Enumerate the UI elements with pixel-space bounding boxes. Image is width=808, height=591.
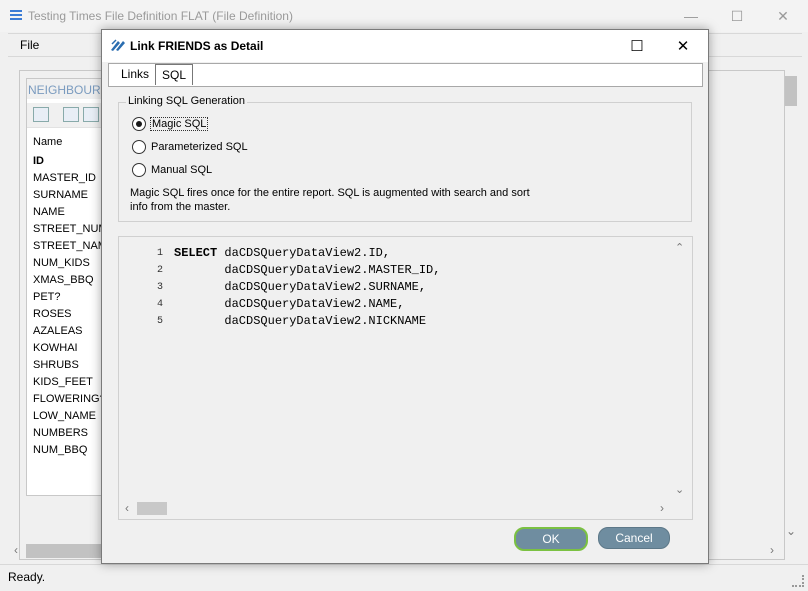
tab-links[interactable]: Links bbox=[115, 64, 157, 84]
app-menu-icon[interactable] bbox=[10, 10, 22, 21]
tab-bar: Links SQL bbox=[108, 63, 703, 87]
scroll-up-icon[interactable]: ⌃ bbox=[675, 241, 684, 254]
radio-selected-icon[interactable] bbox=[132, 117, 146, 131]
close-icon[interactable]: ✕ bbox=[760, 0, 806, 32]
ok-button[interactable]: OK bbox=[514, 527, 588, 551]
radio-icon[interactable] bbox=[132, 163, 146, 177]
sql-editor[interactable]: 1 2 3 4 5 SELECT daCDSQueryDataView2.ID,… bbox=[118, 236, 693, 520]
link-icon bbox=[111, 39, 125, 51]
group-label: Linking SQL Generation bbox=[126, 95, 247, 107]
scrollbar-thumb[interactable] bbox=[785, 76, 797, 106]
main-title-bar: Testing Times File Definition FLAT (File… bbox=[0, 0, 808, 32]
radio-manual-sql[interactable]: Manual SQL bbox=[132, 162, 212, 178]
close-icon[interactable]: ✕ bbox=[660, 30, 706, 62]
tab-sql[interactable]: SQL bbox=[155, 64, 194, 85]
line-number: 1 bbox=[156, 248, 163, 259]
option-description: Magic SQL fires once for the entire repo… bbox=[130, 187, 530, 213]
maximize-icon[interactable]: ☐ bbox=[714, 0, 760, 32]
main-horizontal-scrollbar-thumb[interactable] bbox=[26, 544, 104, 558]
code-text: daCDSQueryDataView2.SURNAME, bbox=[174, 280, 427, 294]
cancel-button[interactable]: Cancel bbox=[598, 527, 670, 549]
scroll-left-icon[interactable]: ‹ bbox=[125, 501, 129, 515]
maximize-icon[interactable]: ☐ bbox=[614, 30, 660, 62]
radio-magic-sql[interactable]: Magic SQL bbox=[132, 116, 209, 132]
code-text: daCDSQueryDataView2.NICKNAME bbox=[174, 314, 427, 328]
code-text: daCDSQueryDataView2.MASTER_ID, bbox=[174, 263, 441, 277]
code-line: daCDSQueryDataView2.MASTER_ID, bbox=[174, 262, 440, 279]
line-number: 3 bbox=[156, 282, 163, 293]
scroll-left-icon[interactable]: ‹ bbox=[14, 543, 18, 557]
scroll-down-icon[interactable]: ⌄ bbox=[675, 483, 684, 496]
dialog-title: Link FRIENDS as Detail bbox=[130, 39, 264, 53]
radio-label: Manual SQL bbox=[151, 164, 213, 176]
status-text: Ready. bbox=[8, 570, 46, 584]
link-dialog: Link FRIENDS as Detail ☐ ✕ Links SQL Lin… bbox=[101, 29, 709, 564]
line-number: 2 bbox=[156, 265, 163, 276]
search-icon[interactable] bbox=[33, 107, 49, 122]
code-text: daCDSQueryDataView2.ID, bbox=[217, 246, 391, 260]
scroll-down-icon[interactable]: ⌄ bbox=[786, 524, 796, 538]
editor-horizontal-scrollbar-thumb[interactable] bbox=[137, 502, 167, 515]
code-line: SELECT daCDSQueryDataView2.ID, bbox=[174, 245, 440, 262]
minimize-icon[interactable]: — bbox=[668, 0, 714, 32]
radio-label: Parameterized SQL bbox=[151, 141, 248, 153]
code-line: daCDSQueryDataView2.SURNAME, bbox=[174, 279, 440, 296]
dialog-title-bar: Link FRIENDS as Detail ☐ ✕ bbox=[102, 30, 708, 62]
radio-icon[interactable] bbox=[132, 140, 146, 154]
line-number-gutter: 1 2 3 4 5 bbox=[119, 237, 169, 502]
code-line: daCDSQueryDataView2.NICKNAME bbox=[174, 313, 440, 330]
line-number: 5 bbox=[156, 316, 163, 327]
scroll-right-icon[interactable]: › bbox=[660, 501, 664, 515]
code-line: daCDSQueryDataView2.NAME, bbox=[174, 296, 440, 313]
radio-parameterized-sql[interactable]: Parameterized SQL bbox=[132, 139, 248, 155]
code-text: daCDSQueryDataView2.NAME, bbox=[174, 297, 405, 311]
status-bar: Ready. bbox=[0, 564, 808, 591]
resize-grip-icon[interactable] bbox=[792, 575, 804, 587]
grid-icon[interactable] bbox=[63, 107, 79, 122]
grid-alt-icon[interactable] bbox=[83, 107, 99, 122]
line-number: 4 bbox=[156, 299, 163, 310]
radio-label: Magic SQL bbox=[149, 117, 209, 131]
main-vertical-scrollbar[interactable]: ⌄ bbox=[783, 70, 800, 550]
main-window-title: Testing Times File Definition FLAT (File… bbox=[28, 9, 293, 23]
sql-keyword: SELECT bbox=[174, 246, 218, 260]
scroll-right-icon[interactable]: › bbox=[770, 543, 774, 557]
menu-file[interactable]: File bbox=[20, 38, 39, 52]
code-area[interactable]: SELECT daCDSQueryDataView2.ID, daCDSQuer… bbox=[174, 237, 440, 330]
